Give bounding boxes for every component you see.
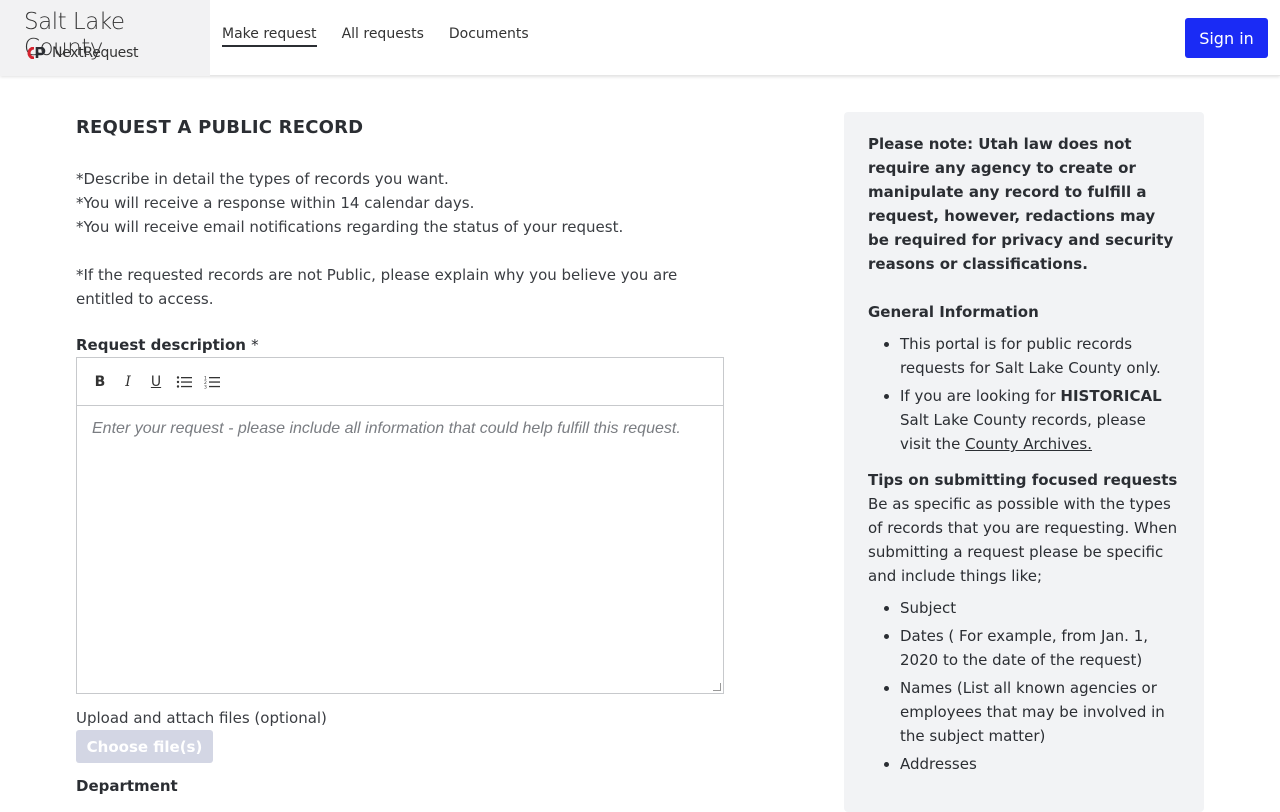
nav-make-request[interactable]: Make request bbox=[222, 26, 317, 47]
intro-line: *Describe in detail the types of records… bbox=[76, 170, 449, 188]
tips-text: Be as specific as possible with the type… bbox=[868, 495, 1178, 585]
italic-button[interactable]: I bbox=[119, 373, 137, 391]
bullet-list-icon[interactable] bbox=[175, 373, 193, 391]
department-label: Department bbox=[76, 777, 178, 795]
intro-line: *You will receive a response within 14 c… bbox=[76, 194, 475, 212]
choose-files-button[interactable]: Choose file(s) bbox=[76, 730, 213, 763]
list-item: Names (List all known agencies or employ… bbox=[900, 676, 1180, 748]
svg-text:3: 3 bbox=[204, 384, 207, 389]
resize-handle[interactable] bbox=[713, 683, 721, 691]
list-item: This portal is for public records reques… bbox=[900, 332, 1180, 380]
required-marker: * bbox=[251, 336, 259, 354]
brand-sub-label: NextRequest bbox=[52, 45, 139, 61]
nav-documents[interactable]: Documents bbox=[449, 26, 529, 47]
page-title: REQUEST A PUBLIC RECORD bbox=[76, 117, 364, 138]
list-item: Subject bbox=[900, 596, 1180, 620]
request-form: REQUEST A PUBLIC RECORD *Describe in det… bbox=[76, 112, 724, 795]
nextrequest-logo-icon bbox=[27, 47, 46, 59]
list-item: If you are looking for HISTORICAL Salt L… bbox=[900, 384, 1180, 456]
list-item-text: If you are looking for bbox=[900, 387, 1061, 405]
request-description-label: Request description * bbox=[76, 336, 724, 354]
main-nav: Make request All requests Documents bbox=[222, 26, 529, 47]
numbered-list-icon[interactable]: 1 2 3 bbox=[203, 373, 221, 391]
county-archives-link[interactable]: County Archives. bbox=[965, 435, 1092, 453]
underline-button[interactable]: U bbox=[147, 373, 165, 391]
legal-note: Please note: Utah law does not require a… bbox=[868, 135, 1174, 273]
info-sidebar: Please note: Utah law does not require a… bbox=[844, 112, 1204, 812]
request-description-label-text: Request description bbox=[76, 336, 246, 354]
nav-all-requests[interactable]: All requests bbox=[342, 26, 424, 47]
top-header: Salt Lake County NextRequest Make reques… bbox=[0, 0, 1280, 76]
general-info-heading: General Information bbox=[868, 303, 1039, 321]
list-item: Dates ( For example, from Jan. 1, 2020 t… bbox=[900, 624, 1180, 672]
editor-placeholder: Enter your request - please include all … bbox=[92, 420, 681, 437]
intro-text: *Describe in detail the types of records… bbox=[76, 167, 724, 311]
tips-heading: Tips on submitting focused requests bbox=[868, 471, 1178, 489]
general-info-list: This portal is for public records reques… bbox=[868, 332, 1180, 456]
request-description-editor: B I U 1 2 3 Enter your request - please … bbox=[76, 357, 724, 694]
tips-list: Subject Dates ( For example, from Jan. 1… bbox=[868, 596, 1180, 776]
editor-toolbar: B I U 1 2 3 bbox=[77, 358, 723, 406]
request-description-input[interactable]: Enter your request - please include all … bbox=[77, 407, 723, 693]
nextrequest-brand: NextRequest bbox=[26, 45, 138, 61]
sign-in-button[interactable]: Sign in bbox=[1185, 18, 1268, 58]
historical-emphasis: HISTORICAL bbox=[1060, 387, 1162, 405]
list-item: Addresses bbox=[900, 752, 1180, 776]
intro-line: *You will receive email notifications re… bbox=[76, 218, 624, 236]
intro-line: *If the requested records are not Public… bbox=[76, 266, 678, 308]
brand-logo[interactable]: Salt Lake County NextRequest bbox=[0, 0, 210, 76]
upload-label: Upload and attach files (optional) bbox=[76, 709, 327, 727]
bold-button[interactable]: B bbox=[91, 373, 109, 391]
